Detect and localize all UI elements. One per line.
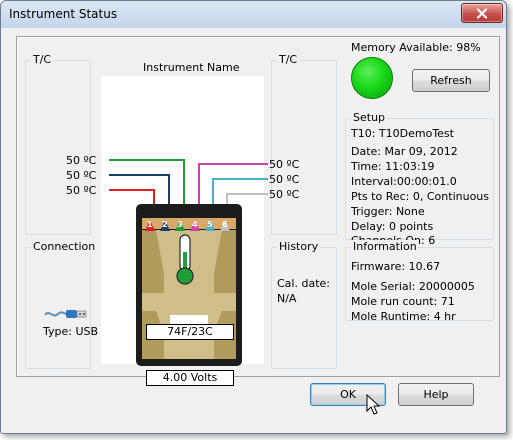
dialog-client-area: T/C 50 ºC 50 ºC 50 ºC Connection Type: U… — [8, 28, 500, 426]
memory-available: Memory Available: 98% — [351, 41, 481, 54]
setup-line: Interval:00:00:01.0 — [351, 175, 457, 188]
cal-date-value: N/A — [277, 292, 297, 305]
status-panel: T/C 50 ºC 50 ºC 50 ºC Connection Type: U… — [16, 36, 500, 386]
channel-badges: 1 2 3 4 5 6 — [145, 220, 239, 232]
channel-number: 1 — [147, 220, 153, 229]
channel-number: 6 — [222, 220, 228, 229]
thermometer-icon — [176, 234, 194, 285]
window-title: Instrument Status — [9, 7, 118, 21]
temperature-display: 74F/23C — [146, 324, 234, 340]
instrument-status-dialog: Instrument Status T/C 50 ºC 50 ºC 50 ºC … — [0, 0, 507, 434]
setup-line: Trigger: None — [351, 205, 425, 218]
setup-line: Time: 11:03:19 — [351, 160, 435, 173]
setup-line: Pts to Rec: 0, Continuous — [351, 190, 489, 203]
refresh-button[interactable]: Refresh — [412, 69, 490, 92]
channel-number: 3 — [177, 220, 183, 229]
mouse-cursor-icon — [366, 394, 381, 415]
title-bar: Instrument Status — [1, 1, 506, 28]
help-button[interactable]: Help — [398, 383, 474, 406]
voltage-display: 4.00 Volts — [146, 370, 234, 386]
setup-line: Delay: 0 points — [351, 220, 434, 233]
history-group-label: History — [277, 240, 321, 253]
status-indicator-led — [351, 57, 393, 99]
cal-date-label: Cal. date: — [277, 277, 330, 290]
firmware-version: Firmware: 10.67 — [351, 260, 441, 273]
setup-line: Date: Mar 09, 2012 — [351, 145, 458, 158]
information-group-label: Information — [351, 240, 419, 253]
channel-number: 4 — [192, 220, 198, 229]
setup-group-label: Setup — [351, 111, 388, 124]
close-button[interactable] — [461, 3, 503, 23]
information-line: Mole run count: 71 — [351, 295, 455, 308]
history-group: History — [271, 240, 337, 369]
close-icon — [476, 7, 488, 19]
information-line: Mole Serial: 20000005 — [351, 280, 475, 293]
channel-number: 5 — [207, 220, 213, 229]
channel-number: 2 — [162, 220, 168, 229]
information-line: Mole Runtime: 4 hr — [351, 310, 456, 323]
setup-line: T10: T10DemoTest — [351, 127, 454, 140]
